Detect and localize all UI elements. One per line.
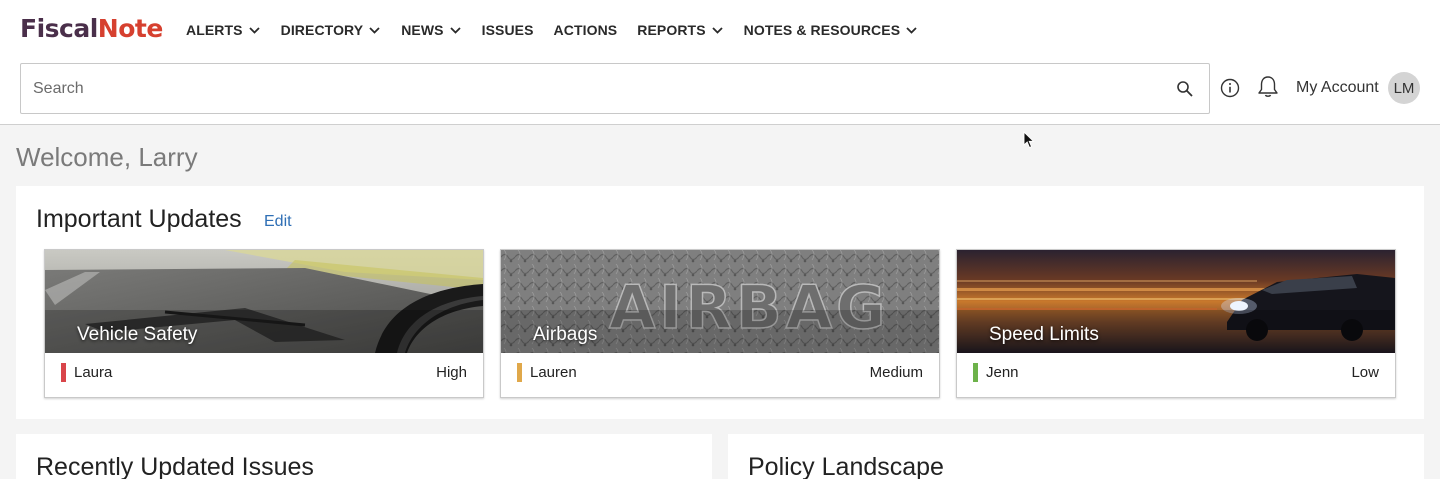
nav-notes-resources[interactable]: NOTES & RESOURCES — [744, 22, 919, 38]
priority-indicator — [61, 363, 66, 382]
edit-link[interactable]: Edit — [264, 213, 292, 231]
mouse-cursor-icon — [1023, 130, 1035, 149]
info-icon[interactable] — [1220, 78, 1240, 98]
avatar[interactable]: LM — [1388, 72, 1420, 104]
important-updates-title: Important Updates — [36, 205, 242, 233]
card-owner: Laura — [74, 364, 113, 381]
card-priority: High — [436, 364, 467, 381]
nav-actions[interactable]: ACTIONS — [554, 22, 618, 38]
search-icon[interactable] — [1175, 79, 1195, 99]
policy-landscape-panel: Policy Landscape — [728, 434, 1424, 479]
search-bar — [20, 63, 1210, 114]
update-card-airbags[interactable]: AIRBAG Airbags Lauren Medium — [500, 249, 940, 398]
card-priority: Medium — [869, 364, 923, 381]
nav-issues[interactable]: ISSUES — [482, 22, 534, 38]
card-priority: Low — [1351, 364, 1379, 381]
chevron-down-icon — [248, 24, 261, 37]
nav-news[interactable]: NEWS — [401, 22, 461, 38]
priority-indicator — [973, 363, 978, 382]
chevron-down-icon — [711, 24, 724, 37]
chevron-down-icon — [905, 24, 918, 37]
update-card-vehicle-safety[interactable]: Vehicle Safety Laura High — [44, 249, 484, 398]
policy-landscape-title: Policy Landscape — [748, 453, 944, 479]
fiscalnote-logo[interactable]: FiscalNote — [20, 14, 163, 43]
important-updates-panel: Important Updates Edit Vehicle Safety La… — [16, 186, 1424, 419]
recently-updated-issues-panel: Recently Updated Issues — [16, 434, 712, 479]
card-title: Vehicle Safety — [77, 324, 198, 345]
card-title: Airbags — [533, 324, 598, 345]
priority-indicator — [517, 363, 522, 382]
card-owner: Jenn — [986, 364, 1019, 381]
chevron-down-icon — [449, 24, 462, 37]
bell-icon[interactable] — [1255, 74, 1281, 100]
nav-alerts[interactable]: ALERTS — [186, 22, 261, 38]
update-card-speed-limits[interactable]: Speed Limits Jenn Low — [956, 249, 1396, 398]
search-input[interactable] — [33, 64, 1163, 113]
my-account-link[interactable]: My Account — [1296, 79, 1379, 97]
recently-updated-issues-title: Recently Updated Issues — [36, 453, 314, 479]
nav-directory[interactable]: DIRECTORY — [281, 22, 382, 38]
main-nav: ALERTS DIRECTORY NEWS ISSUES ACTIONS REP… — [186, 22, 938, 38]
welcome-heading: Welcome, Larry — [16, 142, 198, 172]
card-owner: Lauren — [530, 364, 577, 381]
card-title: Speed Limits — [989, 324, 1099, 345]
top-header: FiscalNote ALERTS DIRECTORY NEWS ISSUES … — [0, 0, 1440, 125]
chevron-down-icon — [368, 24, 381, 37]
nav-reports[interactable]: REPORTS — [637, 22, 723, 38]
